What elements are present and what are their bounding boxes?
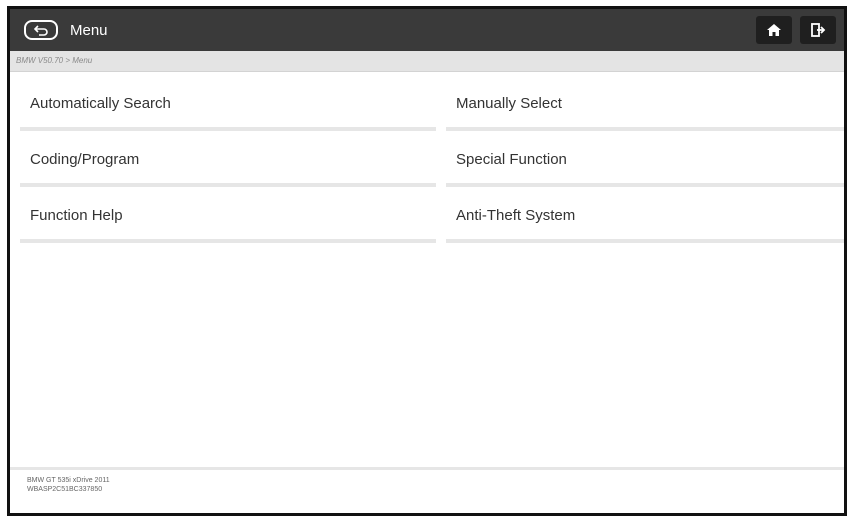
menu-item-label: Special Function: [456, 151, 567, 168]
menu-item-coding-program[interactable]: Coding/Program: [20, 131, 436, 187]
home-button[interactable]: [756, 16, 792, 44]
exit-button[interactable]: [800, 16, 836, 44]
menu-item-label: Function Help: [30, 207, 123, 224]
exit-icon: [811, 23, 826, 37]
home-icon: [767, 24, 781, 36]
back-button[interactable]: [24, 20, 58, 40]
menu-item-label: Manually Select: [456, 95, 562, 112]
menu-item-automatically-search[interactable]: Automatically Search: [20, 75, 436, 131]
back-icon: [33, 25, 48, 36]
menu-item-special-function[interactable]: Special Function: [446, 131, 844, 187]
menu-item-manually-select[interactable]: Manually Select: [446, 75, 844, 131]
menu-item-label: Automatically Search: [30, 95, 171, 112]
page-title: Menu: [70, 21, 108, 39]
top-bar: Menu: [10, 9, 844, 51]
app-screen: Menu BMW V50.70 > Menu Automatically Sea…: [7, 6, 847, 516]
breadcrumb: BMW V50.70 > Menu: [16, 56, 93, 65]
vehicle-name: BMW GT 535i xDrive 2011: [27, 477, 110, 484]
vehicle-vin: WBASP2C51BC337850: [27, 486, 103, 493]
menu-item-label: Coding/Program: [30, 151, 140, 168]
vehicle-info-footer: BMW GT 535i xDrive 2011 WBASP2C51BC33785…: [10, 467, 844, 513]
menu-item-function-help[interactable]: Function Help: [20, 187, 436, 243]
menu-item-anti-theft-system[interactable]: Anti-Theft System: [446, 187, 844, 243]
toolbar-right: [756, 9, 844, 51]
breadcrumb-bar: BMW V50.70 > Menu: [10, 51, 844, 72]
menu-item-label: Anti-Theft System: [456, 207, 576, 224]
